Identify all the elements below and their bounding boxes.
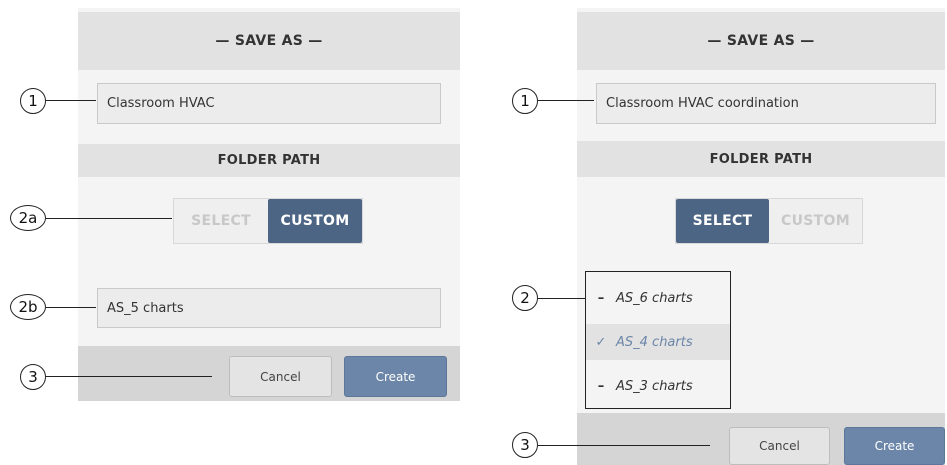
callout-2b: 2b bbox=[10, 294, 46, 320]
dialog-title: — SAVE AS — bbox=[577, 12, 945, 70]
dash-icon: – bbox=[597, 290, 605, 306]
callout-1-left: 1 bbox=[20, 88, 46, 114]
dialog-title: — SAVE AS — bbox=[78, 12, 460, 70]
name-input[interactable]: Classroom HVAC coordination bbox=[596, 83, 936, 124]
folder-item[interactable]: – AS_6 charts bbox=[586, 280, 730, 316]
folder-item[interactable]: – AS_3 charts bbox=[586, 368, 730, 404]
callout-3-left: 3 bbox=[20, 364, 46, 390]
callout-2a: 2a bbox=[10, 205, 46, 231]
folder-path-header: FOLDER PATH bbox=[577, 141, 945, 177]
leader-line bbox=[46, 100, 96, 101]
folder-mode-toggle: SELECT CUSTOM bbox=[173, 198, 363, 244]
custom-option[interactable]: CUSTOM bbox=[769, 199, 862, 243]
create-button[interactable]: Create bbox=[344, 356, 447, 397]
cancel-button[interactable]: Cancel bbox=[229, 356, 332, 397]
custom-path-input[interactable]: AS_5 charts bbox=[97, 288, 441, 328]
folder-item-label: AS_6 charts bbox=[616, 290, 693, 306]
name-input[interactable]: Classroom HVAC bbox=[97, 83, 441, 124]
callout-3-right: 3 bbox=[512, 432, 538, 458]
leader-line bbox=[46, 307, 96, 308]
leader-line bbox=[538, 298, 585, 299]
callout-1-right: 1 bbox=[512, 88, 538, 114]
custom-option[interactable]: CUSTOM bbox=[268, 199, 362, 243]
folder-item-label: AS_4 charts bbox=[616, 334, 693, 350]
leader-line bbox=[46, 218, 172, 219]
folder-mode-toggle: SELECT CUSTOM bbox=[675, 198, 863, 244]
folder-path-header: FOLDER PATH bbox=[78, 144, 460, 177]
check-icon: ✓ bbox=[595, 334, 607, 350]
leader-line bbox=[538, 100, 594, 101]
callout-2-right: 2 bbox=[512, 285, 538, 311]
cancel-button[interactable]: Cancel bbox=[729, 427, 830, 465]
select-option[interactable]: SELECT bbox=[676, 199, 769, 243]
save-as-dialog-left: — SAVE AS — Classroom HVAC FOLDER PATH S… bbox=[78, 8, 460, 401]
create-button[interactable]: Create bbox=[844, 427, 945, 465]
dash-icon: – bbox=[597, 378, 605, 394]
folder-item-selected[interactable]: ✓ AS_4 charts bbox=[586, 324, 730, 360]
folder-list: – AS_6 charts ✓ AS_4 charts – AS_3 chart… bbox=[585, 271, 731, 409]
leader-line bbox=[538, 445, 710, 446]
folder-item-label: AS_3 charts bbox=[616, 378, 693, 394]
leader-line bbox=[46, 376, 212, 377]
select-option[interactable]: SELECT bbox=[174, 199, 268, 243]
